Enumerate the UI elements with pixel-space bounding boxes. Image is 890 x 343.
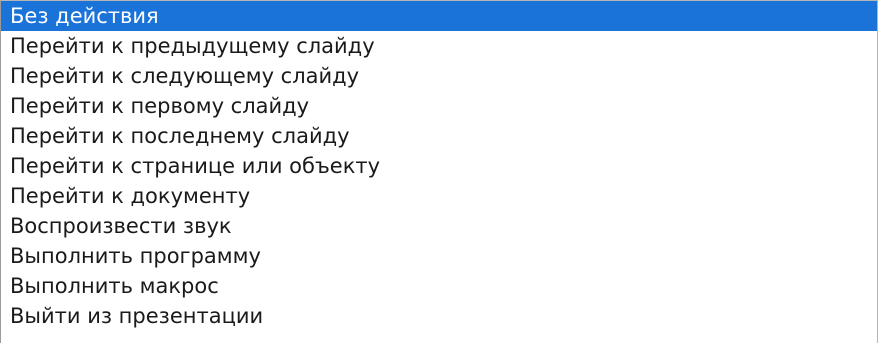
list-item-page-or-object[interactable]: Перейти к странице или объекту <box>1 151 877 181</box>
list-item-document[interactable]: Перейти к документу <box>1 181 877 211</box>
list-item-previous-slide[interactable]: Перейти к предыдущему слайду <box>1 31 877 61</box>
list-item-next-slide[interactable]: Перейти к следующему слайду <box>1 61 877 91</box>
action-listbox[interactable]: Без действия Перейти к предыдущему слайд… <box>0 0 878 343</box>
list-item-last-slide[interactable]: Перейти к последнему слайду <box>1 121 877 151</box>
list-item-no-action[interactable]: Без действия <box>1 1 877 31</box>
list-item-run-program[interactable]: Выполнить программу <box>1 241 877 271</box>
list-item-first-slide[interactable]: Перейти к первому слайду <box>1 91 877 121</box>
list-item-exit-presentation[interactable]: Выйти из презентации <box>1 301 877 331</box>
list-item-run-macro[interactable]: Выполнить макрос <box>1 271 877 301</box>
action-list: Без действия Перейти к предыдущему слайд… <box>1 1 877 331</box>
list-item-play-sound[interactable]: Воспроизвести звук <box>1 211 877 241</box>
